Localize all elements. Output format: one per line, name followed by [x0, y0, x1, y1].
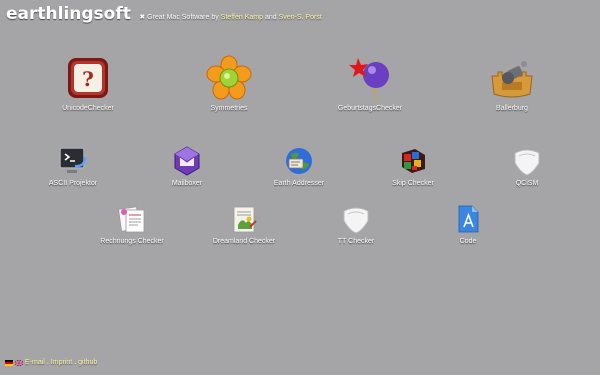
- app-label: UnicodeChecker: [62, 105, 114, 112]
- app-label: ASCII Projektor: [48, 180, 98, 187]
- app-label: Dreamland Checker: [212, 238, 276, 245]
- app-skip-checker[interactable]: Skip Checker: [368, 145, 458, 187]
- ballerburg-icon: [488, 54, 536, 102]
- tagline-prefix: ✖ Great Mac Software by: [139, 14, 219, 21]
- app-ballerburg[interactable]: Ballerburg: [462, 54, 562, 112]
- svg-text:?: ?: [82, 67, 94, 91]
- site-header: earthlingsoft ✖ Great Mac Software by St…: [6, 4, 322, 26]
- german-flag-icon[interactable]: [5, 359, 13, 366]
- app-label: Mailboxer: [171, 180, 203, 187]
- app-tt-checker[interactable]: TT Checker: [311, 203, 401, 245]
- tagline: ✖ Great Mac Software by Steffen Kamp and…: [139, 14, 321, 21]
- footer-separator: .: [46, 359, 49, 366]
- app-label: Code: [459, 238, 477, 245]
- dreamland-checker-icon: [228, 203, 260, 235]
- app-code[interactable]: Code: [423, 203, 513, 245]
- earth-addresser-icon: [283, 145, 315, 177]
- app-label: TT Checker: [337, 238, 375, 245]
- app-label: GeburtstagsChecker: [337, 105, 403, 112]
- ascii-projektor-icon: [57, 145, 89, 177]
- tt-checker-icon: [340, 203, 372, 235]
- app-dreamland-checker[interactable]: Dreamland Checker: [199, 203, 289, 245]
- app-earth-addresser[interactable]: Earth Addresser: [254, 145, 344, 187]
- app-label: Earth Addresser: [273, 180, 325, 187]
- uk-flag-icon[interactable]: [15, 359, 23, 366]
- author-link-steffen[interactable]: Steffen Kamp: [221, 14, 263, 21]
- skip-checker-icon: [397, 145, 429, 177]
- app-unicode-checker[interactable]: ? UnicodeChecker: [38, 54, 138, 112]
- rechnungs-checker-icon: [116, 203, 148, 235]
- footer-separator: .: [74, 359, 77, 366]
- imprint-link[interactable]: Imprint: [51, 359, 72, 366]
- qcism-icon: [511, 145, 543, 177]
- app-geburtstags-checker[interactable]: GeburtstagsChecker: [320, 54, 420, 112]
- app-label: Ballerburg: [496, 105, 528, 112]
- app-ascii-projektor[interactable]: ASCII Projektor: [28, 145, 118, 187]
- github-link[interactable]: github: [78, 359, 97, 366]
- app-symmetries[interactable]: Symmetries: [179, 54, 279, 112]
- unicode-checker-icon: ?: [64, 54, 112, 102]
- app-rechnungs-checker[interactable]: Rechnungs Checker: [87, 203, 177, 245]
- email-link[interactable]: E-mail: [25, 359, 45, 366]
- app-label: Rechnungs Checker: [100, 238, 164, 245]
- geburtstags-checker-icon: [346, 54, 394, 102]
- app-qcism[interactable]: QCiSM: [482, 145, 572, 187]
- symmetries-icon: [205, 54, 253, 102]
- site-footer: E-mail . Imprint . github: [5, 359, 97, 366]
- author-link-sven[interactable]: Sven-S. Porst: [279, 14, 322, 21]
- code-icon: [452, 203, 484, 235]
- tagline-and: and: [264, 14, 277, 21]
- brand-title[interactable]: earthlingsoft: [6, 4, 131, 24]
- mailboxer-icon: [171, 145, 203, 177]
- app-label: QCiSM: [515, 180, 539, 187]
- app-label: Skip Checker: [392, 180, 434, 187]
- app-mailboxer[interactable]: Mailboxer: [142, 145, 232, 187]
- app-label: Symmetries: [210, 105, 248, 112]
